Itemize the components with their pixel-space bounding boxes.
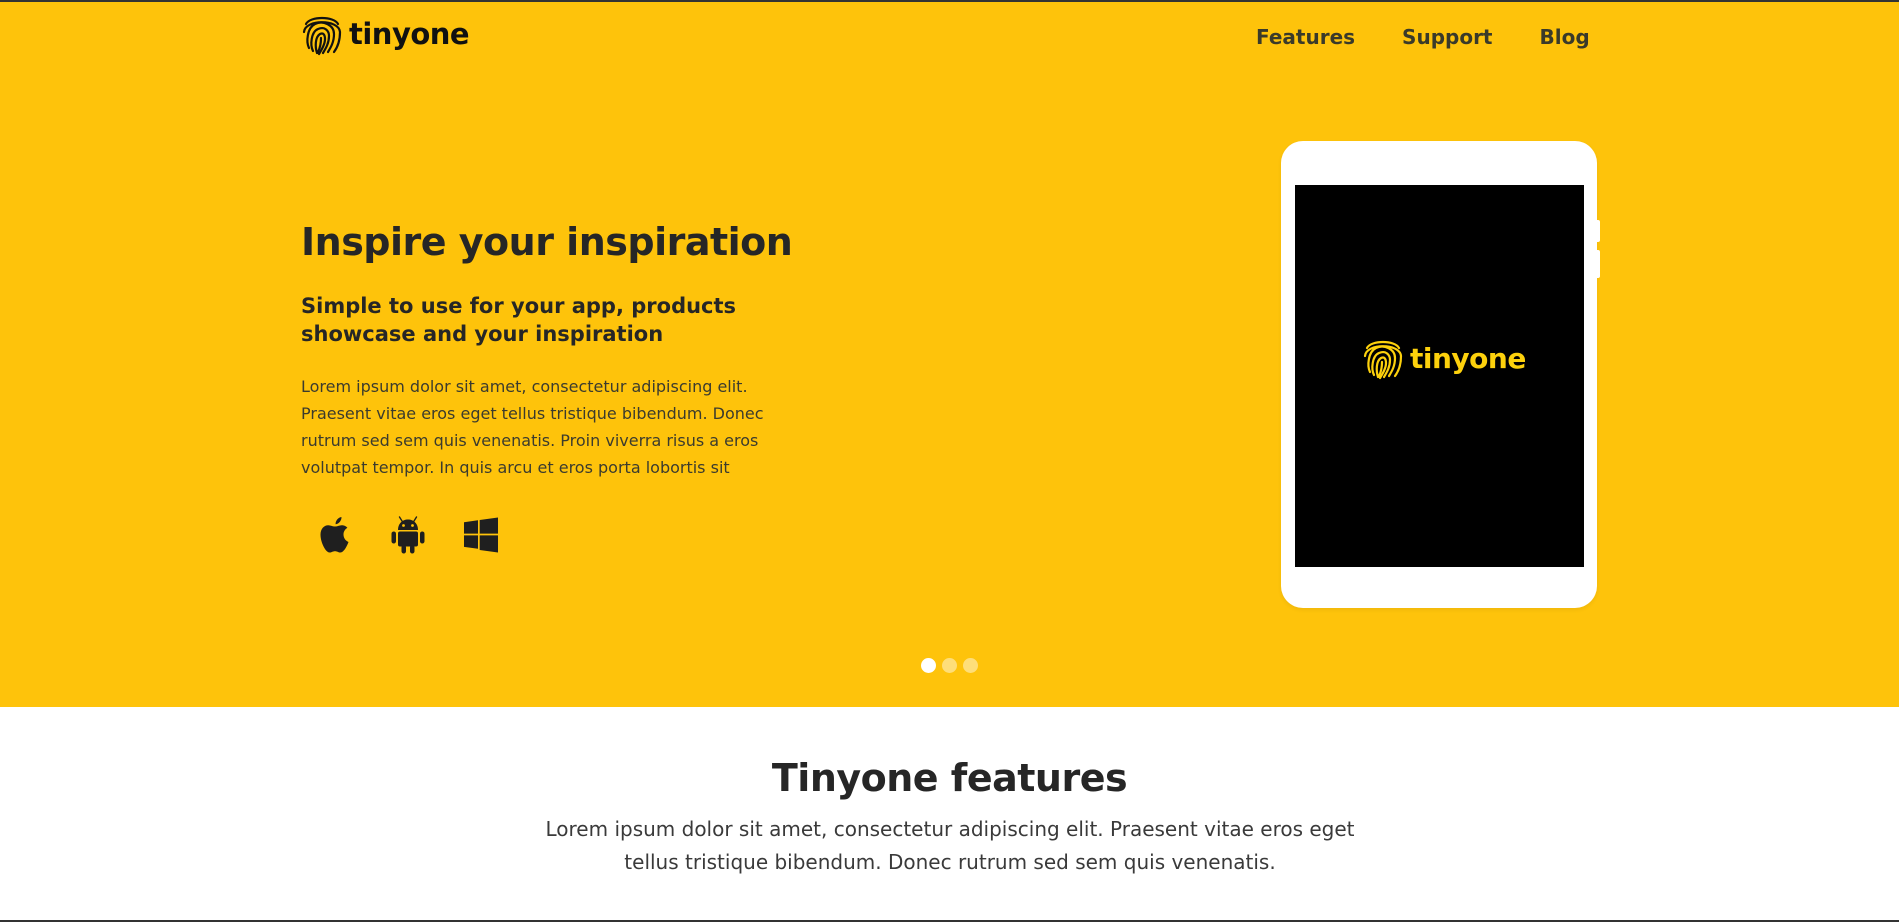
- features-title: Tinyone features: [771, 756, 1128, 800]
- hero-section: [0, 2, 1899, 707]
- carousel-indicators: [921, 658, 984, 673]
- screen-brand-logo: tinyone: [1362, 336, 1526, 380]
- nav-item-features[interactable]: Features: [1256, 25, 1355, 49]
- apple-icon[interactable]: [315, 515, 355, 555]
- windows-icon[interactable]: [461, 515, 501, 555]
- nav-item-support[interactable]: Support: [1402, 25, 1492, 49]
- tablet-side-button: [1596, 250, 1600, 278]
- tablet-side-button: [1596, 220, 1600, 242]
- android-icon[interactable]: [388, 515, 428, 555]
- carousel-dot-3[interactable]: [963, 658, 978, 673]
- nav-item-blog[interactable]: Blog: [1540, 25, 1590, 49]
- platform-links: [315, 515, 534, 555]
- hero-subhead: Simple to use for your app, products sho…: [301, 294, 737, 346]
- fingerprint-icon: [302, 16, 342, 56]
- brand-name: tinyone: [349, 17, 470, 51]
- screen-brand-name: tinyone: [1410, 341, 1526, 375]
- brand-logo[interactable]: tinyone: [301, 12, 470, 56]
- main-nav: Features Support Blog: [1256, 25, 1590, 49]
- hero-headline: Inspire your inspiration: [301, 220, 793, 264]
- carousel-dot-1[interactable]: [921, 658, 936, 673]
- features-description: Lorem ipsum dolor sit amet, consectetur …: [545, 817, 1355, 874]
- hero-description: Lorem ipsum dolor sit amet, consectetur …: [301, 377, 764, 477]
- carousel-dot-2[interactable]: [942, 658, 957, 673]
- fingerprint-icon: [1363, 340, 1403, 380]
